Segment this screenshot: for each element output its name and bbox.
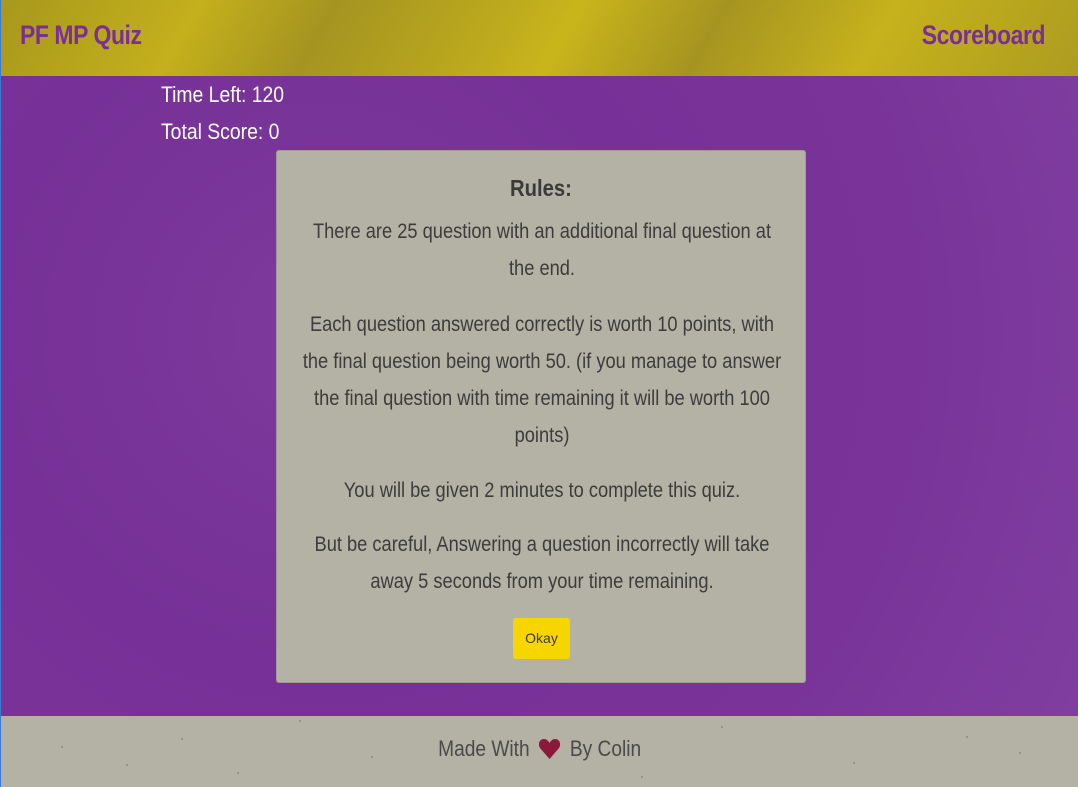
okay-button[interactable]: Okay: [513, 618, 570, 659]
modal-title: Rules:: [510, 175, 572, 201]
brand-logo[interactable]: PF MP Quiz: [20, 20, 142, 51]
rule-3: You will be given 2 minutes to complete …: [343, 479, 741, 502]
top-navbar: PF MP Quiz Scoreboard: [0, 0, 1078, 76]
heart-icon: [538, 738, 561, 766]
scoreboard-link[interactable]: Scoreboard: [922, 20, 1046, 51]
total-score: Total Score: 0: [161, 119, 280, 144]
by-author-text: By Colin: [569, 736, 641, 761]
rule-text: But be careful, Answering a question inc…: [277, 526, 805, 600]
rule-2: Each question answered correctly is wort…: [302, 313, 782, 447]
rule-text: You will be given 2 minutes to complete …: [277, 472, 805, 509]
footer: Made With By Colin: [0, 716, 1078, 787]
made-with-text: Made With: [437, 736, 530, 761]
rule-1: There are 25 question with an additional…: [312, 220, 772, 280]
rule-text: Each question answered correctly is wort…: [277, 306, 805, 454]
rules-modal: Rules: There are 25 question with an add…: [276, 150, 806, 683]
rule-4: But be careful, Answering a question inc…: [314, 533, 770, 593]
rule-text: There are 25 question with an additional…: [277, 213, 805, 287]
footer-credit: Made With By Colin: [1, 736, 1078, 766]
time-left: Time Left: 120: [161, 82, 285, 107]
